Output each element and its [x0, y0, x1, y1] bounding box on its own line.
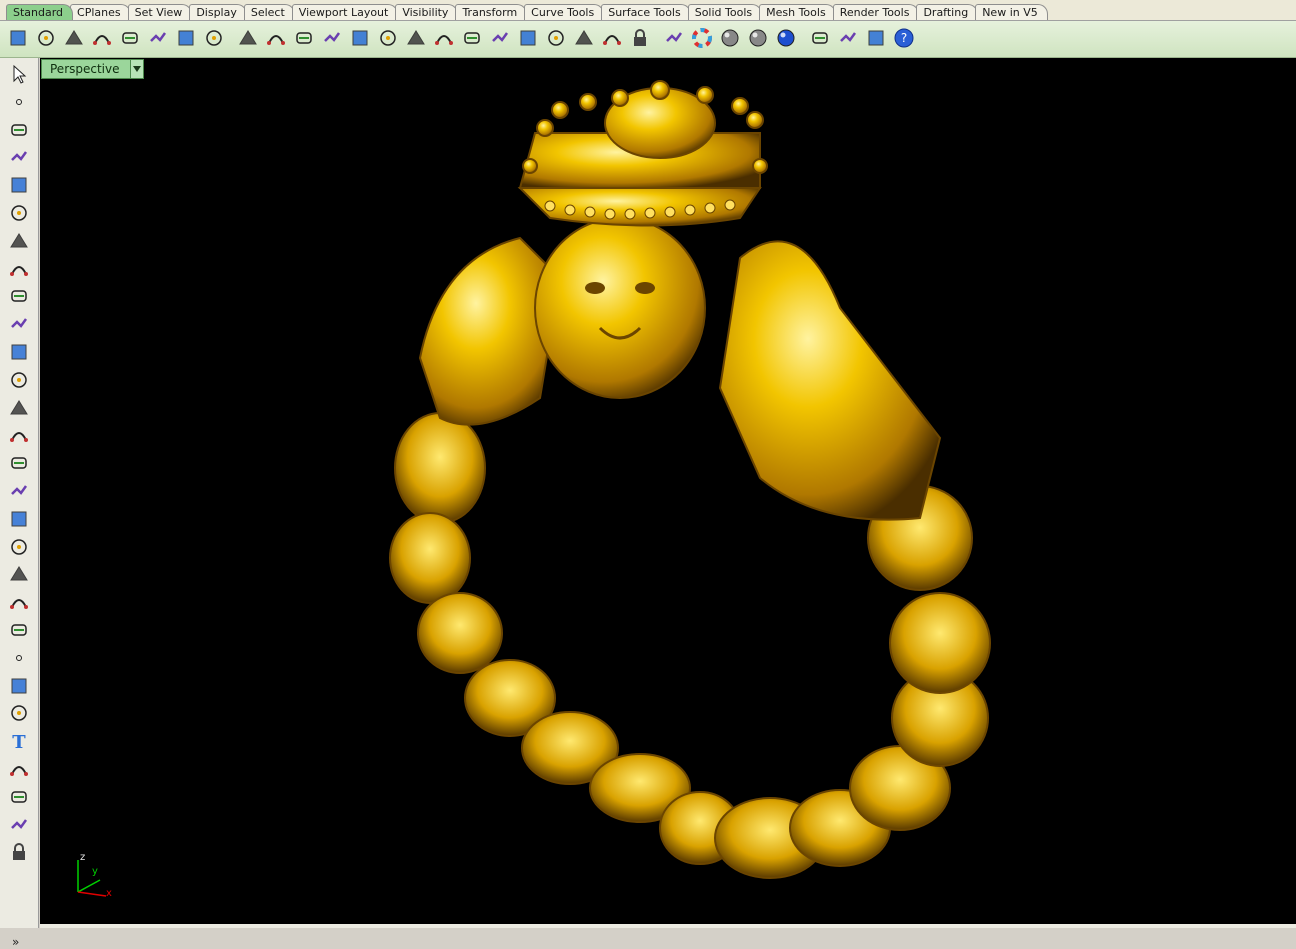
- grid-icon[interactable]: [516, 25, 540, 51]
- perspective-viewport[interactable]: Perspective z y x: [40, 58, 1296, 924]
- undo-view-icon[interactable]: [432, 25, 456, 51]
- tab-set-view[interactable]: Set View: [127, 4, 193, 20]
- tab-curve-tools[interactable]: Curve Tools: [524, 4, 605, 20]
- circle-icon[interactable]: [7, 173, 31, 197]
- axis-z-label: z: [80, 852, 86, 863]
- cut-plane-icon[interactable]: [7, 590, 31, 614]
- import-icon[interactable]: [118, 25, 142, 51]
- tab-viewport-layout[interactable]: Viewport Layout: [291, 4, 399, 20]
- point-icon[interactable]: [7, 90, 31, 114]
- open-icon[interactable]: [34, 25, 58, 51]
- dimension-icon[interactable]: [7, 757, 31, 781]
- extrude-icon[interactable]: [7, 368, 31, 392]
- copy-icon[interactable]: [174, 25, 198, 51]
- material-icon[interactable]: [662, 25, 686, 51]
- dimension-icon[interactable]: [864, 25, 888, 51]
- box-icon[interactable]: [7, 396, 31, 420]
- tab-mesh-tools[interactable]: Mesh Tools: [759, 4, 836, 20]
- world-axis-icon: z y x: [70, 852, 120, 902]
- settings-icon[interactable]: [836, 25, 860, 51]
- status-bar: [40, 924, 1296, 928]
- svg-text:?: ?: [901, 31, 907, 45]
- select-arrow-icon[interactable]: [7, 62, 31, 86]
- rotate-view-icon[interactable]: [292, 25, 316, 51]
- tab-transform[interactable]: Transform: [455, 4, 528, 20]
- transform-icon[interactable]: [7, 535, 31, 559]
- svg-text:T: T: [12, 732, 26, 752]
- tab-visibility[interactable]: Visibility: [395, 4, 459, 20]
- tab-cplanes[interactable]: CPlanes: [70, 4, 131, 20]
- help-icon[interactable]: ?: [892, 25, 916, 51]
- zoom-extents-icon[interactable]: [376, 25, 400, 51]
- viewport-name[interactable]: Perspective: [42, 60, 130, 78]
- left-toolbar: » T: [0, 58, 39, 949]
- tab-drafting[interactable]: Drafting: [916, 4, 979, 20]
- tab-surface-tools[interactable]: Surface Tools: [601, 4, 691, 20]
- axis-x-label: x: [106, 888, 112, 899]
- paste-icon[interactable]: [202, 25, 226, 51]
- pan-hand-icon[interactable]: [264, 25, 288, 51]
- new-icon[interactable]: [6, 25, 30, 51]
- cylinder-icon[interactable]: [7, 451, 31, 475]
- filter-icon[interactable]: [808, 25, 832, 51]
- shaded-sphere-icon[interactable]: [718, 25, 742, 51]
- car-object-icon[interactable]: [488, 25, 512, 51]
- light-bulb-icon[interactable]: [600, 25, 624, 51]
- viewport-menu-arrow-icon[interactable]: [129, 60, 143, 78]
- viewport-tab[interactable]: Perspective: [41, 59, 144, 79]
- boolean-icon[interactable]: [7, 423, 31, 447]
- tab-solid-tools[interactable]: Solid Tools: [687, 4, 763, 20]
- rectangle-icon[interactable]: [7, 257, 31, 281]
- more-tools-icon[interactable]: »: [12, 935, 19, 949]
- lock-icon[interactable]: [628, 25, 652, 51]
- orient-icon[interactable]: [7, 813, 31, 837]
- curve-icon[interactable]: [7, 145, 31, 169]
- offset-icon[interactable]: [7, 701, 31, 725]
- polygon-icon[interactable]: [7, 229, 31, 253]
- osnap-icon[interactable]: [572, 25, 596, 51]
- save-icon[interactable]: [62, 25, 86, 51]
- tab-standard[interactable]: Standard: [6, 4, 74, 20]
- color-wheel-icon[interactable]: [690, 25, 714, 51]
- blue-sphere-icon[interactable]: [774, 25, 798, 51]
- tab-render-tools[interactable]: Render Tools: [832, 4, 920, 20]
- block-icon[interactable]: [7, 840, 31, 864]
- main-toolbar: ?: [0, 21, 1296, 58]
- zoom-dynamic-icon[interactable]: [348, 25, 372, 51]
- surface-icon[interactable]: [7, 340, 31, 364]
- zoom-selected-icon[interactable]: [404, 25, 428, 51]
- rendered-sphere-icon[interactable]: [746, 25, 770, 51]
- print-icon[interactable]: [90, 25, 114, 51]
- text-icon[interactable]: T: [7, 729, 31, 753]
- point-edit-icon[interactable]: [7, 646, 31, 670]
- gear-icon[interactable]: [7, 507, 31, 531]
- tab-strip: Standard CPlanes Set View Display Select View…: [0, 0, 1296, 21]
- split-icon[interactable]: [7, 562, 31, 586]
- four-viewports-icon[interactable]: [460, 25, 484, 51]
- tab-display[interactable]: Display: [189, 4, 247, 20]
- polyline-icon[interactable]: [7, 118, 31, 142]
- zoom-window-icon[interactable]: [320, 25, 344, 51]
- undo-icon[interactable]: [236, 25, 260, 51]
- cut-icon[interactable]: [146, 25, 170, 51]
- tab-new-in-v5[interactable]: New in V5: [975, 4, 1048, 20]
- circle-target-icon[interactable]: [544, 25, 568, 51]
- fillet-icon[interactable]: [7, 312, 31, 336]
- tab-select[interactable]: Select: [243, 4, 295, 20]
- axis-y-label: y: [92, 866, 98, 877]
- curve-edit-icon[interactable]: [7, 674, 31, 698]
- ellipse-icon[interactable]: [7, 201, 31, 225]
- free-polygon-icon[interactable]: [7, 284, 31, 308]
- group-icon[interactable]: [7, 618, 31, 642]
- array-icon[interactable]: [7, 785, 31, 809]
- gold-ring-model: [389, 80, 991, 879]
- lion-head: [534, 217, 706, 399]
- surface-grid-icon[interactable]: [7, 479, 31, 503]
